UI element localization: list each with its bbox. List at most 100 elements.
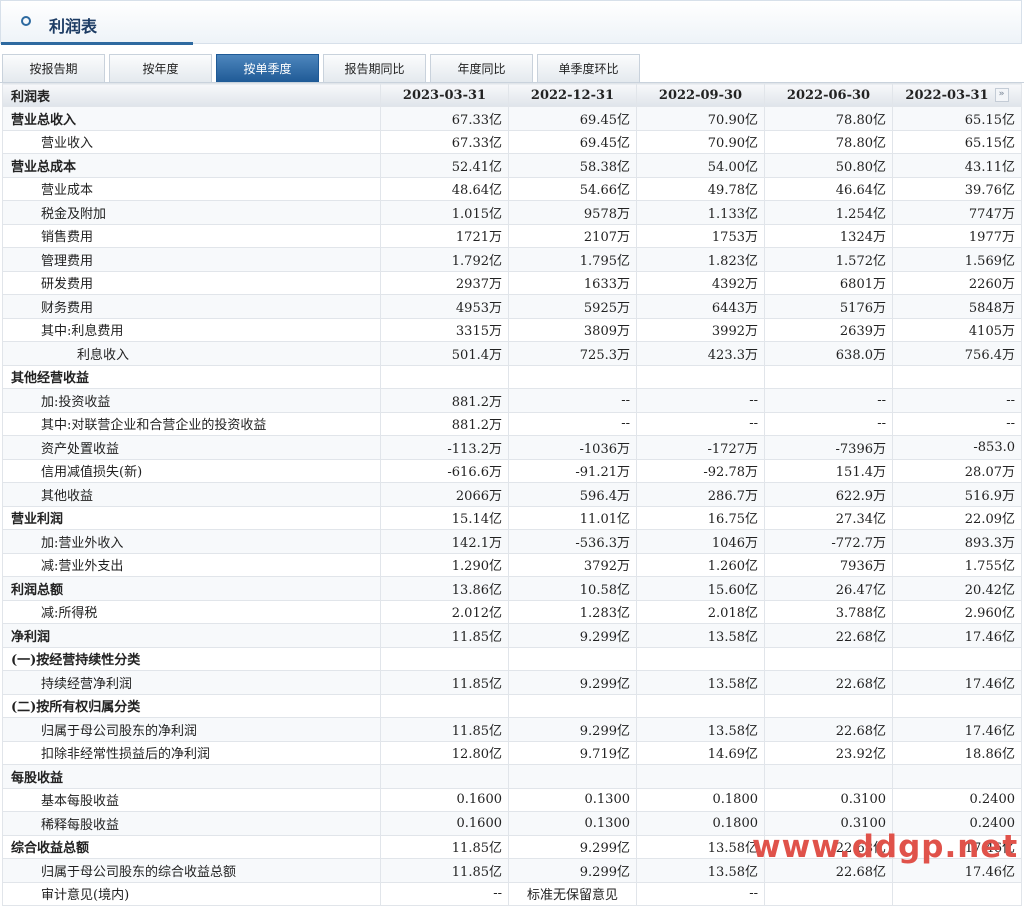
cell-value: 5925万 bbox=[508, 294, 637, 319]
cell-value: 6801万 bbox=[764, 270, 893, 295]
cell-value: 50.80亿 bbox=[764, 153, 893, 178]
row-label: 其他收益 bbox=[2, 482, 381, 507]
row-label: 营业收入 bbox=[2, 129, 381, 154]
table-header-row: 利润表 2023-03-31 2022-12-31 2022-09-30 202… bbox=[2, 83, 1022, 107]
table-row: 持续经营净利润 11.85亿 9.299亿 13.58亿 22.68亿 17.46亿 bbox=[2, 670, 1022, 695]
cell-value: 13.58亿 bbox=[636, 858, 765, 883]
tab-annual-yoy[interactable]: 年度同比 bbox=[430, 54, 533, 82]
cell-value: 23.92亿 bbox=[764, 740, 893, 765]
cell-value: 0.2400 bbox=[892, 787, 1022, 812]
header-date: 2022-09-30 bbox=[636, 83, 765, 107]
cell-value: 11.85亿 bbox=[380, 858, 509, 883]
row-label: 基本每股收益 bbox=[2, 787, 381, 812]
cell-value: 1.569亿 bbox=[892, 247, 1022, 272]
cell-value: 67.33亿 bbox=[380, 106, 509, 131]
tab-quarter-qoq[interactable]: 单季度环比 bbox=[537, 54, 640, 82]
row-label: 减:所得税 bbox=[2, 599, 381, 624]
header-date: 2022-06-30 bbox=[764, 83, 893, 107]
table-row: 税金及附加 1.015亿 9578万 1.133亿 1.254亿 7747万 bbox=[2, 200, 1022, 225]
cell-value bbox=[508, 646, 637, 671]
cell-value: -- bbox=[636, 411, 765, 436]
table-row: 基本每股收益 0.1600 0.1300 0.1800 0.3100 0.2400 bbox=[2, 787, 1022, 812]
cell-value: 2066万 bbox=[380, 482, 509, 507]
header-date-last: 2022-03-31 » bbox=[892, 83, 1022, 107]
table-row: 其中:对联营企业和合营企业的投资收益 881.2万 -- -- -- -- bbox=[2, 411, 1022, 436]
cell-value: 54.66亿 bbox=[508, 176, 637, 201]
table-row: 销售费用 1721万 2107万 1753万 1324万 1977万 bbox=[2, 223, 1022, 248]
cell-value: 7747万 bbox=[892, 200, 1022, 225]
cell-value: -- bbox=[636, 388, 765, 413]
cell-value bbox=[508, 364, 637, 389]
cell-value: 43.11亿 bbox=[892, 153, 1022, 178]
cell-value: 17.46亿 bbox=[892, 670, 1022, 695]
cell-value: 20.42亿 bbox=[892, 576, 1022, 601]
cell-value: -91.21万 bbox=[508, 458, 637, 483]
row-label: 利息收入 bbox=[2, 341, 381, 366]
row-label: 加:营业外收入 bbox=[2, 529, 381, 554]
cell-value: 1.792亿 bbox=[380, 247, 509, 272]
row-label: 营业成本 bbox=[2, 176, 381, 201]
cell-value: 0.1600 bbox=[380, 787, 509, 812]
row-label: 归属于母公司股东的净利润 bbox=[2, 717, 381, 742]
cell-value: 22.09亿 bbox=[892, 505, 1022, 530]
table-row: 营业利润 15.14亿 11.01亿 16.75亿 27.34亿 22.09亿 bbox=[2, 505, 1022, 530]
cell-value: 15.14亿 bbox=[380, 505, 509, 530]
tab-report-period-yoy[interactable]: 报告期同比 bbox=[323, 54, 426, 82]
row-label: (二)按所有权归属分类 bbox=[2, 693, 381, 718]
cell-value: 5848万 bbox=[892, 294, 1022, 319]
cell-value: 3315万 bbox=[380, 317, 509, 342]
header-label: 利润表 bbox=[2, 83, 381, 107]
cell-value: 286.7万 bbox=[636, 482, 765, 507]
cell-value: 3.788亿 bbox=[764, 599, 893, 624]
table-row: 减:所得税 2.012亿 1.283亿 2.018亿 3.788亿 2.960亿 bbox=[2, 599, 1022, 624]
cell-value bbox=[892, 881, 1022, 906]
cell-value bbox=[380, 764, 509, 789]
cell-value: 2.012亿 bbox=[380, 599, 509, 624]
tab-by-report-period[interactable]: 按报告期 bbox=[2, 54, 105, 82]
cell-value: 9578万 bbox=[508, 200, 637, 225]
circle-bullet-icon bbox=[21, 16, 31, 26]
next-page-icon[interactable]: » bbox=[994, 88, 1009, 102]
row-label: 稀释每股收益 bbox=[2, 811, 381, 836]
cell-value: 17.46亿 bbox=[892, 623, 1022, 648]
cell-value: 11.85亿 bbox=[380, 670, 509, 695]
cell-value: 65.15亿 bbox=[892, 129, 1022, 154]
cell-value: 69.45亿 bbox=[508, 106, 637, 131]
cell-value: 142.1万 bbox=[380, 529, 509, 554]
table-row: 资产处置收益 -113.2万 -1036万 -1727万 -7396万 -853.0 bbox=[2, 435, 1022, 460]
cell-value: 1977万 bbox=[892, 223, 1022, 248]
tab-by-year[interactable]: 按年度 bbox=[109, 54, 212, 82]
cell-value: 0.1600 bbox=[380, 811, 509, 836]
cell-value: 0.1300 bbox=[508, 811, 637, 836]
cell-value: 0.1800 bbox=[636, 811, 765, 836]
cell-value: 0.1800 bbox=[636, 787, 765, 812]
cell-value: 9.299亿 bbox=[508, 717, 637, 742]
cell-value: -- bbox=[892, 388, 1022, 413]
cell-value: 1046万 bbox=[636, 529, 765, 554]
row-label: 销售费用 bbox=[2, 223, 381, 248]
cell-value: 标准无保留意见 bbox=[508, 881, 637, 906]
table-row: 其他经营收益 bbox=[2, 364, 1022, 389]
panel-title: 利润表 bbox=[49, 17, 98, 36]
cell-value: 2.018亿 bbox=[636, 599, 765, 624]
table-row: 其中:利息费用 3315万 3809万 3992万 2639万 4105万 bbox=[2, 317, 1022, 342]
row-label: 每股收益 bbox=[2, 764, 381, 789]
cell-value: 1.015亿 bbox=[380, 200, 509, 225]
cell-value: 3992万 bbox=[636, 317, 765, 342]
cell-value: 69.45亿 bbox=[508, 129, 637, 154]
table-row: 加:营业外收入 142.1万 -536.3万 1046万 -772.7万 893.3万 bbox=[2, 529, 1022, 554]
cell-value: -- bbox=[508, 388, 637, 413]
table-row: 研发费用 2937万 1633万 4392万 6801万 2260万 bbox=[2, 270, 1022, 295]
cell-value: 9.719亿 bbox=[508, 740, 637, 765]
row-label: 信用减值损失(新) bbox=[2, 458, 381, 483]
cell-value: 78.80亿 bbox=[764, 129, 893, 154]
cell-value: 13.86亿 bbox=[380, 576, 509, 601]
cell-value: 1.755亿 bbox=[892, 552, 1022, 577]
cell-value bbox=[636, 364, 765, 389]
row-label: (一)按经营持续性分类 bbox=[2, 646, 381, 671]
tab-by-quarter[interactable]: 按单季度 bbox=[216, 54, 319, 82]
cell-value: -- bbox=[508, 411, 637, 436]
cell-value: 22.68亿 bbox=[764, 717, 893, 742]
cell-value bbox=[380, 646, 509, 671]
cell-value bbox=[380, 364, 509, 389]
